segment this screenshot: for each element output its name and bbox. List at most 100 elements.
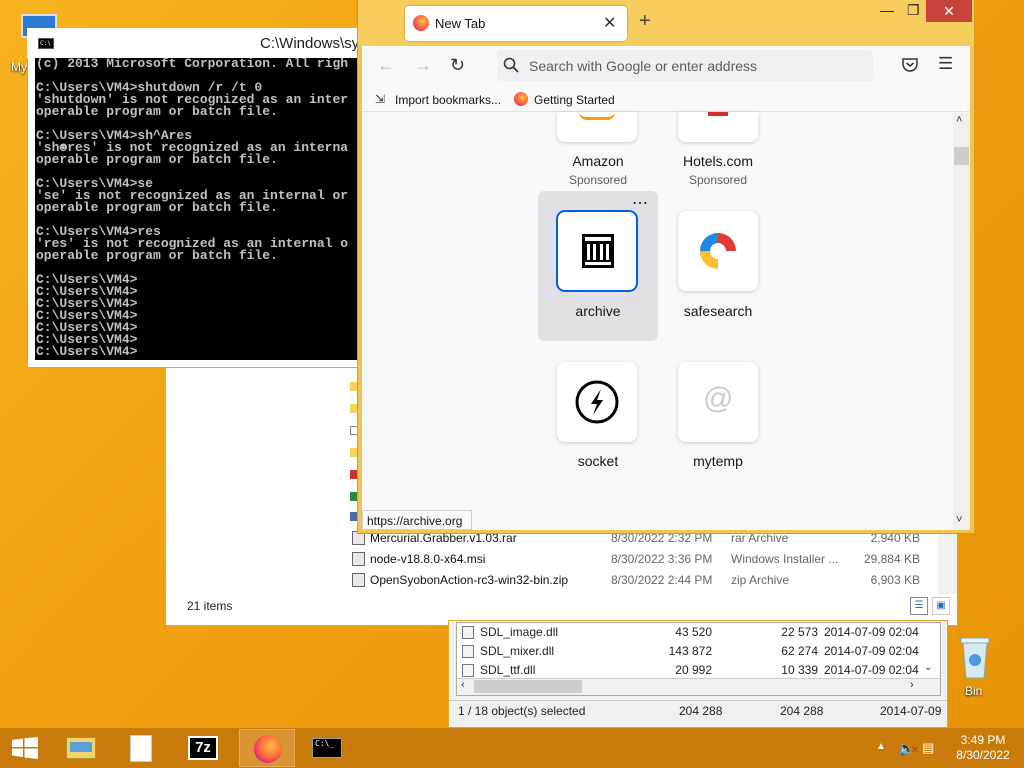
start-button[interactable] (2, 729, 48, 767)
scroll-right-icon[interactable]: › (910, 679, 914, 691)
archive-file-name: SDL_mixer.dll (480, 644, 555, 658)
firefox-taskbar-button[interactable] (239, 729, 295, 767)
window-close-icon[interactable]: ✕ (926, 0, 972, 22)
address-placeholder: Search with Google or enter address (529, 58, 758, 74)
safesearch-tile[interactable] (678, 211, 758, 291)
firefox-logo-icon (254, 735, 282, 763)
maximize-icon[interactable]: ❐ (907, 2, 920, 19)
import-bookmarks-link[interactable]: Import bookmarks... (395, 93, 501, 107)
speaker-muted-icon[interactable]: 🔈✕ (898, 740, 919, 757)
cmd-line: operable program or batch file. (36, 104, 278, 119)
hotels-tile[interactable] (678, 112, 758, 142)
file-row[interactable]: node-v18.8.0-x64.msi 8/30/2022 3:36 PM W… (350, 549, 950, 569)
explorer-item-count: 21 items (187, 599, 233, 613)
folder-tab (70, 742, 92, 752)
import-bookmarks-icon: ⇲ (375, 92, 386, 106)
file-name: OpenSyobonAction-rc3-win32-bin.zip (370, 573, 569, 587)
cmd-line: operable program or batch file. (36, 200, 278, 215)
file-date: 8/30/2022 3:36 PM (611, 552, 713, 566)
network-icon[interactable]: ▤ (922, 740, 934, 756)
pocket-icon[interactable] (902, 57, 918, 75)
file-name: node-v18.8.0-x64.msi (370, 552, 486, 566)
clock-date: 8/30/2022 (956, 748, 1010, 762)
amazon-tile[interactable] (557, 112, 637, 142)
page-scrollbar[interactable] (953, 113, 970, 530)
selection-modified: 2014-07-09 (880, 704, 942, 718)
desktop-icon-label: My (11, 60, 27, 74)
show-hidden-icons-chevron-icon[interactable]: ▲ (876, 741, 886, 752)
clock-time: 3:49 PM (960, 733, 1006, 747)
command-prompt-taskbar-button[interactable]: C:\_ (304, 729, 350, 767)
cmd-line: operable program or batch file. (36, 152, 278, 167)
archive-packed-size: 62 274 (781, 644, 818, 658)
safesearch-label: safesearch (683, 303, 753, 319)
details-view-button[interactable]: ☰ (910, 597, 928, 615)
zip-file-icon (352, 573, 365, 587)
installer-file-icon (352, 552, 365, 566)
cmd-line: operable program or batch file. (36, 248, 278, 263)
file-explorer-taskbar-button[interactable] (58, 729, 104, 767)
cmd-console[interactable]: (c) 2013 Microsoft Corporation. All righ… (35, 58, 358, 360)
file-type: zip Archive (731, 573, 790, 587)
mytemp-label: mytemp (693, 453, 743, 469)
selection-packed: 204 288 (780, 704, 824, 718)
cmd-output: (c) 2013 Microsoft Corporation. All righ… (36, 58, 348, 358)
close-tab-icon[interactable]: ✕ (603, 13, 616, 33)
blank-file-icon (130, 735, 152, 762)
scroll-down-icon[interactable]: ˅ (956, 514, 962, 526)
archive-file-size: 143 872 (668, 644, 712, 658)
forward-arrow-icon[interactable]: → (414, 55, 432, 76)
page-scroll-thumb[interactable] (954, 147, 969, 165)
dll-file-icon (462, 664, 474, 677)
cmd-window-title: C:\Windows\sy (260, 35, 360, 52)
reload-icon[interactable]: ↻ (450, 55, 465, 76)
hotels-label: Hotels.com (682, 153, 754, 169)
getting-started-link[interactable]: Getting Started (534, 93, 615, 107)
safesearch-logo-icon (700, 233, 736, 269)
sponsored-label: Sponsored (688, 173, 748, 187)
amazon-label: Amazon (572, 153, 624, 169)
taskbar-clock[interactable]: 3:49 PM 8/30/2022 (948, 733, 1018, 763)
minimize-icon[interactable]: — (880, 2, 894, 18)
selection-size: 204 288 (679, 704, 723, 718)
7zip-scroll-thumb[interactable] (474, 680, 582, 693)
socket-label: socket (577, 453, 619, 469)
archive-row[interactable]: SDL_mixer.dll 143 872 62 274 2014-07-09 … (458, 642, 938, 661)
file-date: 8/30/2022 2:44 PM (611, 573, 713, 587)
scroll-up-icon[interactable]: ˄ (956, 114, 962, 126)
archive-tile[interactable] (557, 211, 637, 291)
archive-building-icon (582, 234, 614, 268)
menu-hamburger-icon[interactable]: ☰ (938, 54, 953, 74)
archive-label: archive (575, 303, 621, 319)
mytemp-tile[interactable]: @ (678, 362, 758, 442)
notepad-taskbar-button[interactable] (118, 729, 164, 767)
scroll-down-icon[interactable]: ⌄ (924, 662, 932, 673)
tile-context-menu-icon[interactable]: ⋯ (632, 193, 648, 213)
socket-lightning-icon (575, 380, 619, 424)
archive-packed-size: 10 339 (781, 663, 818, 677)
back-arrow-icon[interactable]: ← (377, 55, 395, 76)
file-row[interactable]: OpenSyobonAction-rc3-win32-bin.zip 8/30/… (350, 570, 950, 590)
archive-modified: 2014-07-09 02:04 (824, 644, 919, 658)
firefox-bookmark-icon (514, 92, 528, 106)
windows-logo-icon (12, 737, 38, 759)
large-icons-view-button[interactable]: ▣ (932, 597, 950, 615)
firefox-tab-icon (413, 15, 429, 31)
sponsored-label: Sponsored (568, 173, 628, 187)
scroll-left-icon[interactable]: ‹ (461, 679, 465, 691)
archive-row[interactable]: SDL_image.dll 43 520 22 573 2014-07-09 0… (458, 623, 938, 642)
7zip-taskbar-button[interactable]: 7z (180, 729, 226, 767)
file-type: Windows Installer ... (731, 552, 839, 566)
dll-file-icon (462, 645, 474, 658)
dll-file-icon (462, 626, 474, 639)
7zip-status-bar: 1 / 18 object(s) selected 204 288 204 28… (449, 700, 947, 720)
socket-tile[interactable] (557, 362, 637, 442)
link-status-url: https://archive.org (362, 510, 472, 530)
file-size: 6,903 KB (870, 573, 920, 587)
hotels-logo-icon (708, 112, 728, 116)
new-tab-plus-icon[interactable]: + (639, 10, 651, 33)
cmd-line: C:\Users\VM4> (36, 344, 138, 359)
recycle-bin-desktop-icon[interactable] (956, 632, 994, 682)
file-size: 29,884 KB (863, 552, 920, 566)
archive-file-size: 43 520 (675, 625, 712, 639)
